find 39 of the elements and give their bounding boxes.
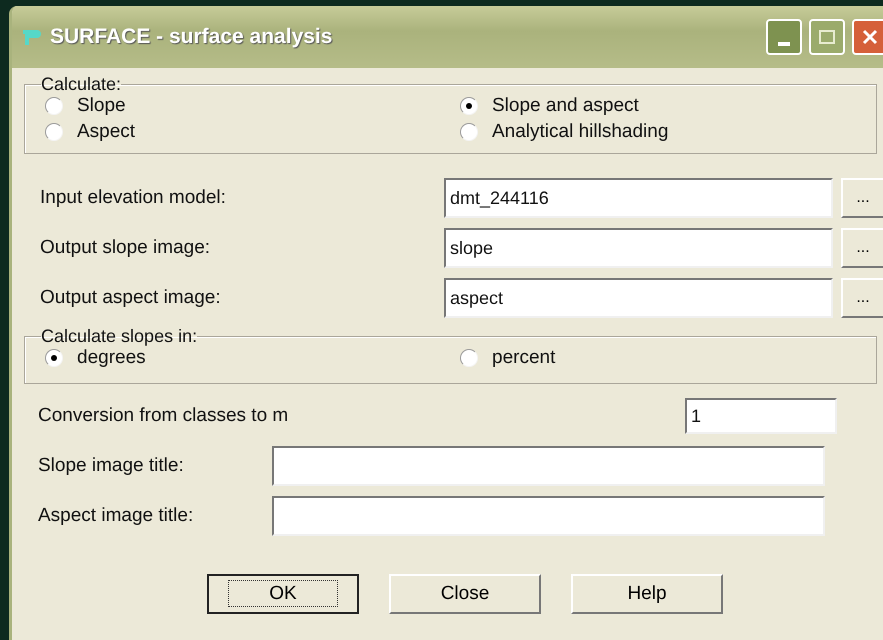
text-field[interactable]: aspect: [444, 278, 833, 318]
radio-option[interactable]: degrees: [45, 347, 460, 369]
radio-option[interactable]: Analytical hillshading: [460, 121, 876, 143]
radio-button[interactable]: [45, 97, 63, 115]
dialog-button[interactable]: OK: [207, 574, 359, 614]
browse-button[interactable]: ...: [841, 278, 883, 318]
text-field[interactable]: [272, 496, 825, 536]
radio-option[interactable]: percent: [460, 347, 876, 369]
minimize-button[interactable]: [766, 19, 802, 55]
minimize-icon: [778, 42, 790, 46]
group-label: Calculate slopes in:: [41, 326, 198, 347]
dialog-button[interactable]: Help: [571, 574, 723, 614]
close-icon: [862, 29, 878, 45]
field-label: Slope image title:: [38, 455, 185, 477]
radio-button[interactable]: [45, 349, 63, 367]
field-label: Output aspect image:: [40, 287, 222, 309]
text-field[interactable]: dmt_244116: [444, 178, 833, 218]
window-title: SURFACE - surface analysis: [50, 25, 332, 49]
radio-button[interactable]: [45, 123, 63, 141]
text-field[interactable]: [272, 446, 825, 486]
field-label: Conversion from classes to m: [38, 405, 290, 427]
maximize-button[interactable]: [809, 19, 845, 55]
radio-option[interactable]: Slope: [45, 95, 460, 117]
maximize-icon: [819, 30, 835, 44]
text-field[interactable]: 1: [685, 398, 837, 434]
browse-button[interactable]: ...: [841, 228, 883, 268]
browse-button[interactable]: ...: [841, 178, 883, 218]
field-label: Aspect image title:: [38, 505, 194, 527]
close-button[interactable]: [852, 19, 883, 55]
group-label: Calculate:: [41, 74, 122, 95]
radio-option[interactable]: Aspect: [45, 121, 460, 143]
radio-button[interactable]: [460, 97, 478, 115]
radio-button[interactable]: [460, 349, 478, 367]
field-label: Input elevation model:: [40, 187, 227, 209]
radio-button[interactable]: [460, 123, 478, 141]
dialog-button[interactable]: Close: [389, 574, 541, 614]
text-field[interactable]: slope: [444, 228, 833, 268]
field-label: Output slope image:: [40, 237, 212, 259]
radio-option[interactable]: Slope and aspect: [460, 95, 876, 117]
